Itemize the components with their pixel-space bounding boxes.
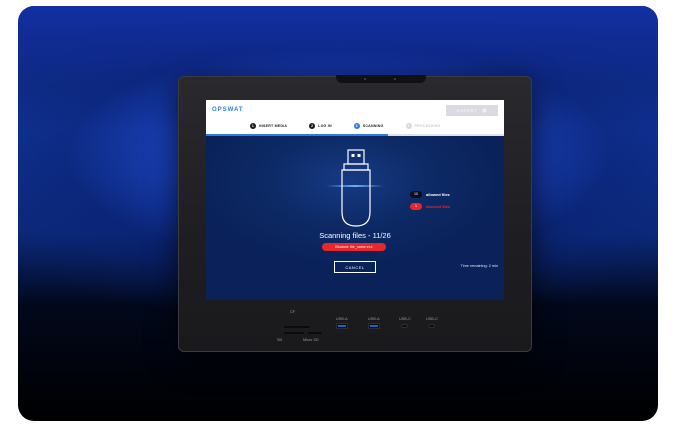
step-progress-remaining [388,134,504,136]
usb-c-label: USB-C [426,317,438,321]
step-number: 3 [353,123,360,129]
micro-sd-label: Micro SD [303,338,319,342]
step-label: LOG IN [318,124,332,128]
kiosk-screen: OPSWAT EXPORT 1 INSERT MEDIA 2 LOG IN 3 … [206,100,504,300]
step-number: 2 [309,123,316,129]
port-panel: CF SD Micro SD USB-A USB-A USB-C USB-C [178,308,532,348]
step-progress-bar [206,134,388,136]
scan-status: Scanning files - 11/26 [319,231,391,240]
step-number: 1 [250,123,256,129]
micro-sd-slot [308,332,322,334]
sd-label: SD [277,338,283,342]
step-log-in: 2 LOG IN [309,123,332,129]
blocked-files-row: 1 blocked files [410,202,450,210]
stepper: 1 INSERT MEDIA 2 LOG IN 3 SCANNING 4 PRO… [250,121,441,131]
step-number: 4 [405,123,412,129]
cf-slot [284,326,310,328]
cancel-button[interactable]: CANCEL [334,261,376,273]
sd-slot [284,332,304,334]
kiosk-device: OPSWAT EXPORT 1 INSERT MEDIA 2 LOG IN 3 … [178,75,532,352]
step-processing: 4 PROCESSING [405,123,441,129]
camera-notch [336,75,426,83]
allowed-files-label: allowed files [426,191,450,197]
step-label: INSERT MEDIA [259,124,288,128]
file-summary: 10 allowed files 1 blocked files [410,190,450,214]
settings-icon [482,108,487,113]
usb-c-label: USB-C [399,317,411,321]
allowed-count-badge: 10 [410,190,422,198]
blocked-file-badge: Blocked: file_name.exe [322,243,386,251]
usb-a-label: USB-A [336,317,348,321]
export-button[interactable]: EXPORT [446,105,498,116]
brand-logo: OPSWAT [212,107,244,113]
usb-a-port [336,323,348,329]
usb-drive-icon [341,149,371,227]
usb-a-port [368,323,380,329]
step-label: PROCESSING [414,124,441,128]
step-insert-media: 1 INSERT MEDIA [250,123,287,129]
usb-c-port [428,324,435,328]
allowed-files-row: 10 allowed files [410,190,450,198]
usb-c-port [401,324,408,328]
usb-a-label: USB-A [368,317,380,321]
step-scanning: 3 SCANNING [353,123,384,129]
blocked-count-badge: 1 [410,202,422,210]
cf-label: CF [290,310,296,314]
step-label: SCANNING [362,124,384,128]
time-remaining: Time remaining: 2 min [460,264,498,268]
sensor-dot [394,78,396,80]
hero-backdrop: OPSWAT EXPORT 1 INSERT MEDIA 2 LOG IN 3 … [18,6,658,421]
top-bar: OPSWAT EXPORT 1 INSERT MEDIA 2 LOG IN 3 … [206,100,504,136]
blocked-files-label: blocked files [426,203,451,209]
export-button-label: EXPORT [457,108,477,113]
camera-dot [364,78,366,80]
